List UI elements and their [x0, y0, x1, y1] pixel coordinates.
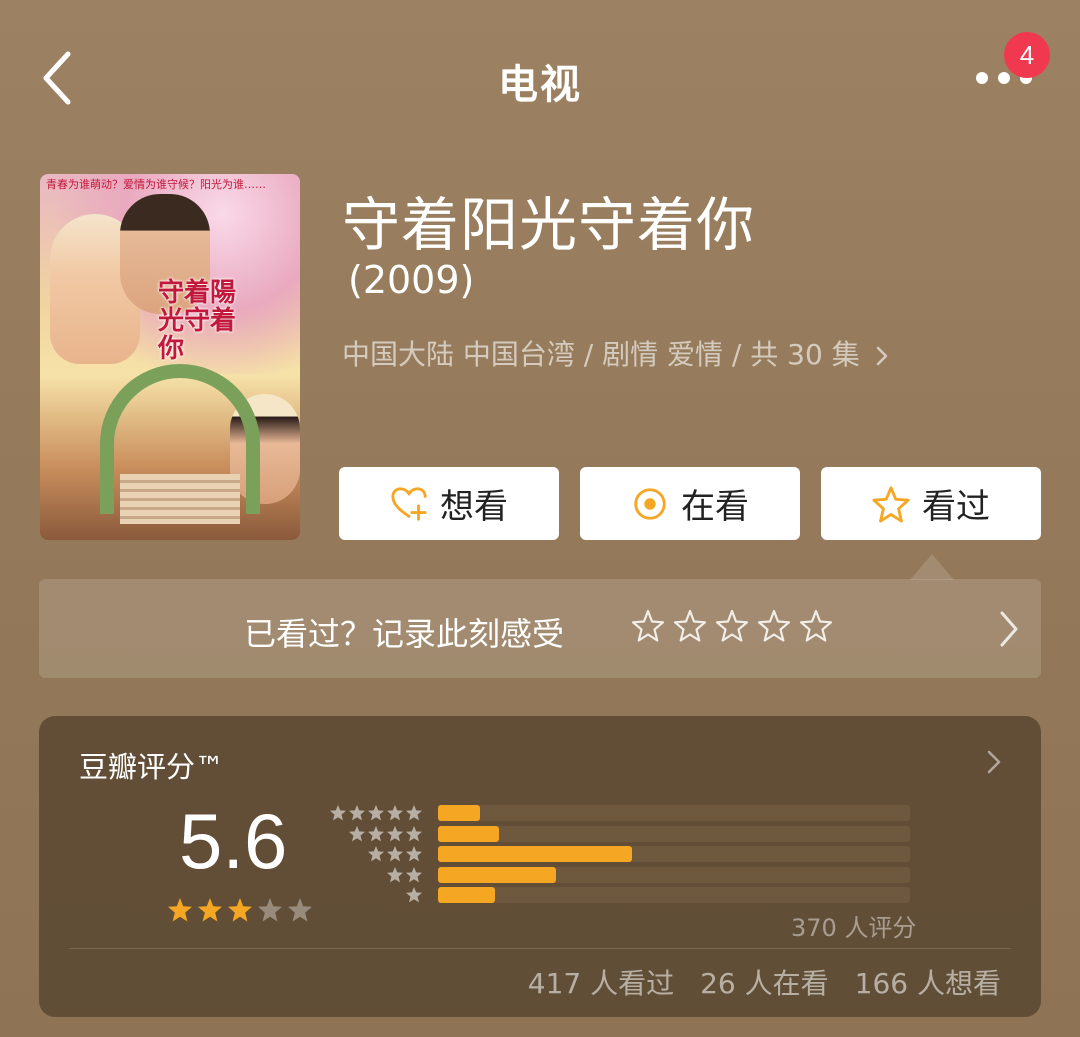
distribution-bar: [438, 866, 556, 883]
watching-label: 在看: [681, 487, 749, 527]
distribution-bar: [438, 825, 500, 842]
distribution-track: [438, 846, 910, 862]
distribution-bar: [438, 846, 632, 862]
rating-label: 豆瓣评分™: [79, 750, 225, 784]
rating-count: 370 人评分: [791, 914, 917, 942]
want-to-watch-label: 想看: [440, 487, 508, 527]
chevron-right-icon[interactable]: [985, 748, 1003, 776]
divider: [69, 948, 1011, 949]
star-small-icon: [387, 846, 403, 862]
score-stars: [167, 897, 313, 923]
star-outline-icon[interactable]: [673, 609, 707, 643]
watched-count[interactable]: 417 人看过: [528, 962, 674, 1002]
watching-count[interactable]: 26 人在看: [700, 962, 829, 1002]
distribution-track: [438, 805, 910, 821]
star-small-icon: [406, 866, 422, 882]
distribution-bar: [438, 805, 481, 821]
distribution-track: [438, 887, 910, 903]
watching-button[interactable]: 在看: [580, 467, 800, 540]
show-meta-link[interactable]: 中国大陆 中国台湾 / 剧情 爱情 / 共 30 集: [342, 333, 889, 373]
star-filled-icon: [168, 898, 192, 922]
star-empty-icon: [258, 898, 282, 922]
audience-stats: 417 人看过 26 人在看 166 人想看: [528, 962, 1001, 1002]
star-small-icon: [368, 825, 384, 841]
star-small-icon: [387, 825, 403, 841]
notification-badge: 4: [1004, 32, 1050, 78]
star-outline-icon[interactable]: [799, 609, 833, 643]
chevron-right-icon: [876, 346, 887, 366]
star-outline-icon[interactable]: [631, 609, 665, 643]
star-filled-icon: [198, 898, 222, 922]
distribution-stars: [386, 866, 423, 884]
star-small-icon: [406, 805, 422, 821]
watched-button[interactable]: 看过: [821, 467, 1041, 540]
page-title: 电视: [498, 62, 582, 108]
show-meta-text: 中国大陆 中国台湾 / 剧情 爱情 / 共 30 集: [342, 338, 860, 371]
navigation-header: 电视 4: [0, 0, 1080, 160]
target-icon: [634, 487, 666, 520]
distribution-stars: [329, 804, 423, 822]
watched-label: 看过: [922, 487, 990, 527]
star-outline-icon[interactable]: [757, 609, 791, 643]
record-prompt: 已看过？记录此刻感受: [244, 615, 565, 653]
star-small-icon: [330, 805, 346, 821]
distribution-stars: [348, 825, 423, 843]
record-feeling-bar[interactable]: 已看过？记录此刻感受: [39, 579, 1041, 678]
star-outline-icon[interactable]: [715, 609, 749, 643]
show-year: (2009): [348, 258, 475, 302]
chevron-right-icon: [1000, 611, 1018, 647]
distribution-stars: [367, 845, 423, 863]
star-small-icon: [349, 805, 365, 821]
distribution-track: [438, 866, 910, 883]
star-small-icon: [368, 846, 384, 862]
star-small-icon: [406, 846, 422, 862]
star-small-icon: [368, 805, 384, 821]
want-count[interactable]: 166 人想看: [855, 962, 1001, 1002]
distribution-track: [438, 825, 910, 842]
star-small-icon: [406, 887, 422, 903]
distribution-stars: [405, 886, 423, 904]
distribution-bar: [438, 887, 495, 903]
star-empty-icon: [288, 898, 312, 922]
star-small-icon: [406, 825, 422, 841]
rating-score: 5.6: [179, 797, 288, 885]
star-filled-icon: [228, 898, 252, 922]
popover-pointer: [910, 554, 954, 580]
show-title: 守着阳光守着你: [342, 191, 756, 259]
want-to-watch-button[interactable]: 想看: [339, 467, 559, 540]
heart-plus-icon: [391, 486, 427, 521]
show-poster[interactable]: 青春为谁萌动？爱情为谁守候？阳光为谁…… 守着陽光守着你: [40, 174, 300, 540]
poster-tagline: 青春为谁萌动？爱情为谁守候？阳光为谁……: [46, 178, 266, 191]
star-small-icon: [349, 825, 365, 841]
douban-rating-card[interactable]: 豆瓣评分™ 5.6 370 人评分 417 人看过 26 人在看 166 人想看: [39, 716, 1041, 1017]
rating-input-stars[interactable]: [631, 609, 833, 643]
star-small-icon: [387, 805, 403, 821]
star-small-icon: [387, 866, 403, 882]
star-outline-icon: [872, 485, 910, 523]
poster-title: 守着陽光守着你: [158, 278, 237, 364]
